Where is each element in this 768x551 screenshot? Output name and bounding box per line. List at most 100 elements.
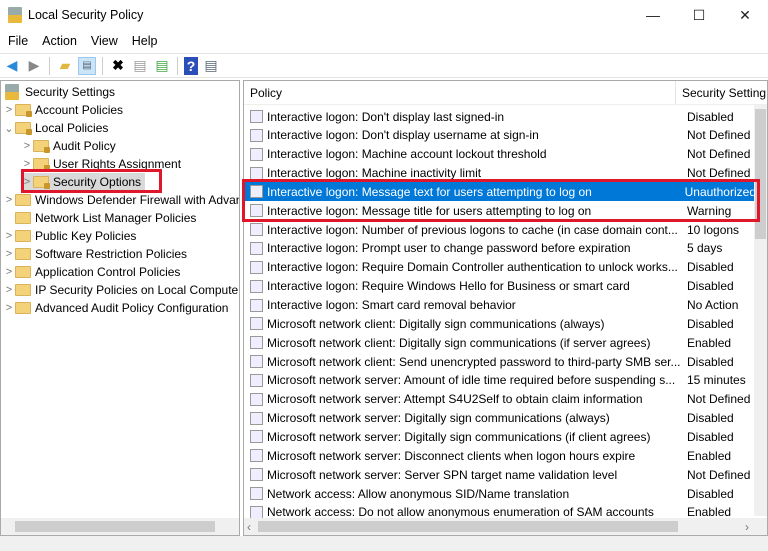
toolbar-divider	[177, 56, 178, 75]
table-row[interactable]: Interactive logon: Require Windows Hello…	[244, 277, 756, 296]
policy-setting: Enabled	[687, 335, 732, 350]
tree-horizontal-scrollbar[interactable]	[1, 518, 239, 535]
table-row[interactable]: Microsoft network server: Amount of idle…	[244, 371, 756, 390]
forward-icon[interactable]: ▶	[25, 57, 43, 75]
policy-icon	[250, 430, 263, 444]
policy-setting: Not Defined	[687, 147, 751, 162]
table-row[interactable]: Microsoft network server: Digitally sign…	[244, 409, 756, 428]
tree-root[interactable]: Security Settings	[5, 83, 115, 101]
tree-item-label: IP Security Policies on Local Computer	[35, 283, 240, 297]
chevron-right-icon[interactable]: >	[3, 230, 15, 242]
tree-item[interactable]: > Windows Defender Firewall with Advanced…	[3, 191, 239, 209]
menu-help[interactable]: Help	[126, 34, 164, 48]
table-row[interactable]: Interactive logon: Don't display last si…	[244, 107, 756, 126]
export-list-icon[interactable]: ▤	[153, 57, 171, 75]
list-header: Policy Security Setting	[244, 81, 767, 105]
menu-view[interactable]: View	[85, 34, 124, 48]
help-icon[interactable]: ?	[184, 56, 198, 75]
chevron-right-icon[interactable]: >	[3, 104, 15, 116]
folder-icon	[15, 104, 32, 117]
tree-item-label: Application Control Policies	[35, 265, 181, 279]
table-row[interactable]: Interactive logon: Don't display usernam…	[244, 126, 756, 145]
policy-setting: Disabled	[687, 260, 734, 275]
tree-item[interactable]: > Audit Policy	[21, 137, 116, 155]
table-row[interactable]: Interactive logon: Smart card removal be…	[244, 296, 756, 315]
policy-setting: Not Defined	[687, 128, 751, 143]
policy-name: Interactive logon: Number of previous lo…	[267, 222, 678, 237]
tree-root-label: Security Settings	[25, 85, 116, 99]
policy-name: Microsoft network client: Digitally sign…	[267, 316, 605, 331]
show-hide-tree-icon[interactable]: ▤	[78, 56, 96, 75]
policy-list: Policy Security Setting Interactive logo…	[243, 80, 768, 536]
folder-icon	[15, 230, 31, 242]
policy-icon	[250, 128, 263, 142]
table-row[interactable]: Interactive logon: Number of previous lo…	[244, 220, 756, 239]
status-bar	[0, 536, 768, 551]
chevron-right-icon[interactable]: >	[3, 284, 15, 296]
window-title: Local Security Policy	[28, 8, 144, 22]
policy-setting: Enabled	[687, 448, 732, 463]
column-policy[interactable]: Policy	[244, 81, 676, 104]
table-row[interactable]: Interactive logon: Machine account locko…	[244, 145, 756, 164]
chevron-right-icon[interactable]: >	[3, 266, 15, 278]
tree-item[interactable]: Network List Manager Policies	[3, 209, 196, 227]
chevron-down-icon[interactable]: ⌄	[3, 122, 15, 135]
delete-icon[interactable]: ✖	[109, 57, 127, 75]
table-row[interactable]: Interactive logon: Require Domain Contro…	[244, 258, 756, 277]
policy-setting: Disabled	[687, 279, 734, 294]
minimize-button[interactable]: —	[630, 0, 676, 30]
tree-item[interactable]: ⌄ Local Policies	[3, 119, 108, 137]
tree-item-label: Account Policies	[35, 103, 124, 117]
toolbar-divider	[102, 56, 103, 75]
menu-file[interactable]: File	[2, 34, 34, 48]
table-row[interactable]: Microsoft network server: Server SPN tar…	[244, 465, 756, 484]
chevron-right-icon[interactable]: >	[3, 302, 15, 314]
policy-icon	[250, 147, 263, 161]
policy-icon	[250, 449, 263, 463]
policy-icon	[250, 468, 263, 482]
table-row[interactable]: Network access: Allow anonymous SID/Name…	[244, 484, 756, 503]
table-row[interactable]: Microsoft network server: Disconnect cli…	[244, 446, 756, 465]
table-row[interactable]: Microsoft network client: Digitally sign…	[244, 333, 756, 352]
policy-setting: 10 logons	[687, 222, 740, 237]
policy-setting: Not Defined	[687, 166, 751, 181]
policy-name: Interactive logon: Require Domain Contro…	[267, 260, 678, 275]
action-pane-icon[interactable]: ▤	[202, 57, 220, 75]
table-row[interactable]: Microsoft network server: Digitally sign…	[244, 427, 756, 446]
policy-name: Interactive logon: Machine inactivity li…	[267, 166, 482, 181]
up-folder-icon[interactable]: ▰	[56, 57, 74, 75]
highlight-box-logon-message	[242, 179, 760, 222]
scroll-left-icon[interactable]: ‹	[247, 520, 251, 534]
tree-item[interactable]: > Account Policies	[3, 101, 123, 119]
tree-item[interactable]: > IP Security Policies on Local Computer	[3, 281, 240, 299]
table-row[interactable]: Microsoft network client: Send unencrypt…	[244, 352, 756, 371]
close-button[interactable]: ✕	[722, 0, 768, 30]
policy-icon	[250, 392, 263, 406]
column-security-setting[interactable]: Security Setting	[676, 86, 766, 100]
list-vertical-scrollbar[interactable]	[754, 105, 767, 516]
table-row[interactable]: Interactive logon: Prompt user to change…	[244, 239, 756, 258]
chevron-right-icon[interactable]: >	[3, 194, 15, 206]
tree-item[interactable]: > Application Control Policies	[3, 263, 181, 281]
policy-name: Microsoft network server: Attempt S4U2Se…	[267, 392, 643, 407]
policy-setting: Disabled	[687, 486, 734, 501]
tree-item[interactable]: > Software Restriction Policies	[3, 245, 187, 263]
policy-name: Interactive logon: Smart card removal be…	[267, 298, 516, 312]
scroll-thumb[interactable]	[258, 521, 678, 532]
table-row[interactable]: Microsoft network server: Attempt S4U2Se…	[244, 390, 756, 409]
tree-item[interactable]: > Advanced Audit Policy Configuration	[3, 299, 229, 317]
chevron-right-icon[interactable]: >	[21, 140, 33, 152]
policy-name: Interactive logon: Don't display last si…	[267, 109, 505, 124]
back-icon[interactable]: ◀	[3, 57, 21, 75]
maximize-button[interactable]: ☐	[676, 0, 722, 30]
menu-action[interactable]: Action	[36, 34, 83, 48]
list-horizontal-scrollbar[interactable]: ‹ ›	[244, 518, 767, 535]
tree-item[interactable]: > Public Key Policies	[3, 227, 137, 245]
policy-name: Microsoft network server: Digitally sign…	[267, 429, 651, 444]
policy-name: Microsoft network client: Digitally sign…	[267, 335, 651, 350]
scroll-right-icon[interactable]: ›	[745, 520, 749, 534]
properties-icon[interactable]: ▤	[131, 57, 149, 75]
table-row[interactable]: Microsoft network client: Digitally sign…	[244, 314, 756, 333]
chevron-right-icon[interactable]: >	[3, 248, 15, 260]
scroll-thumb[interactable]	[15, 521, 215, 532]
